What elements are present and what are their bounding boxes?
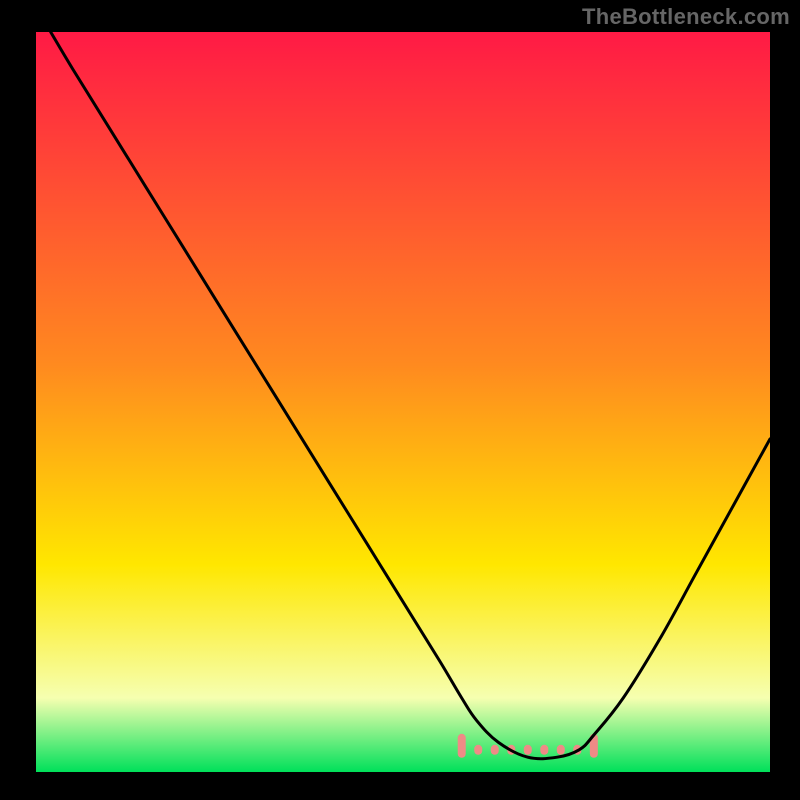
attribution-text: TheBottleneck.com xyxy=(582,4,790,30)
optimal-tick xyxy=(540,745,548,755)
optimal-tick xyxy=(458,734,466,758)
optimal-tick xyxy=(491,745,499,755)
optimal-tick xyxy=(524,745,532,755)
bottleneck-chart xyxy=(0,0,800,800)
optimal-tick xyxy=(474,745,482,755)
plot-background xyxy=(36,32,770,772)
optimal-tick xyxy=(557,745,565,755)
